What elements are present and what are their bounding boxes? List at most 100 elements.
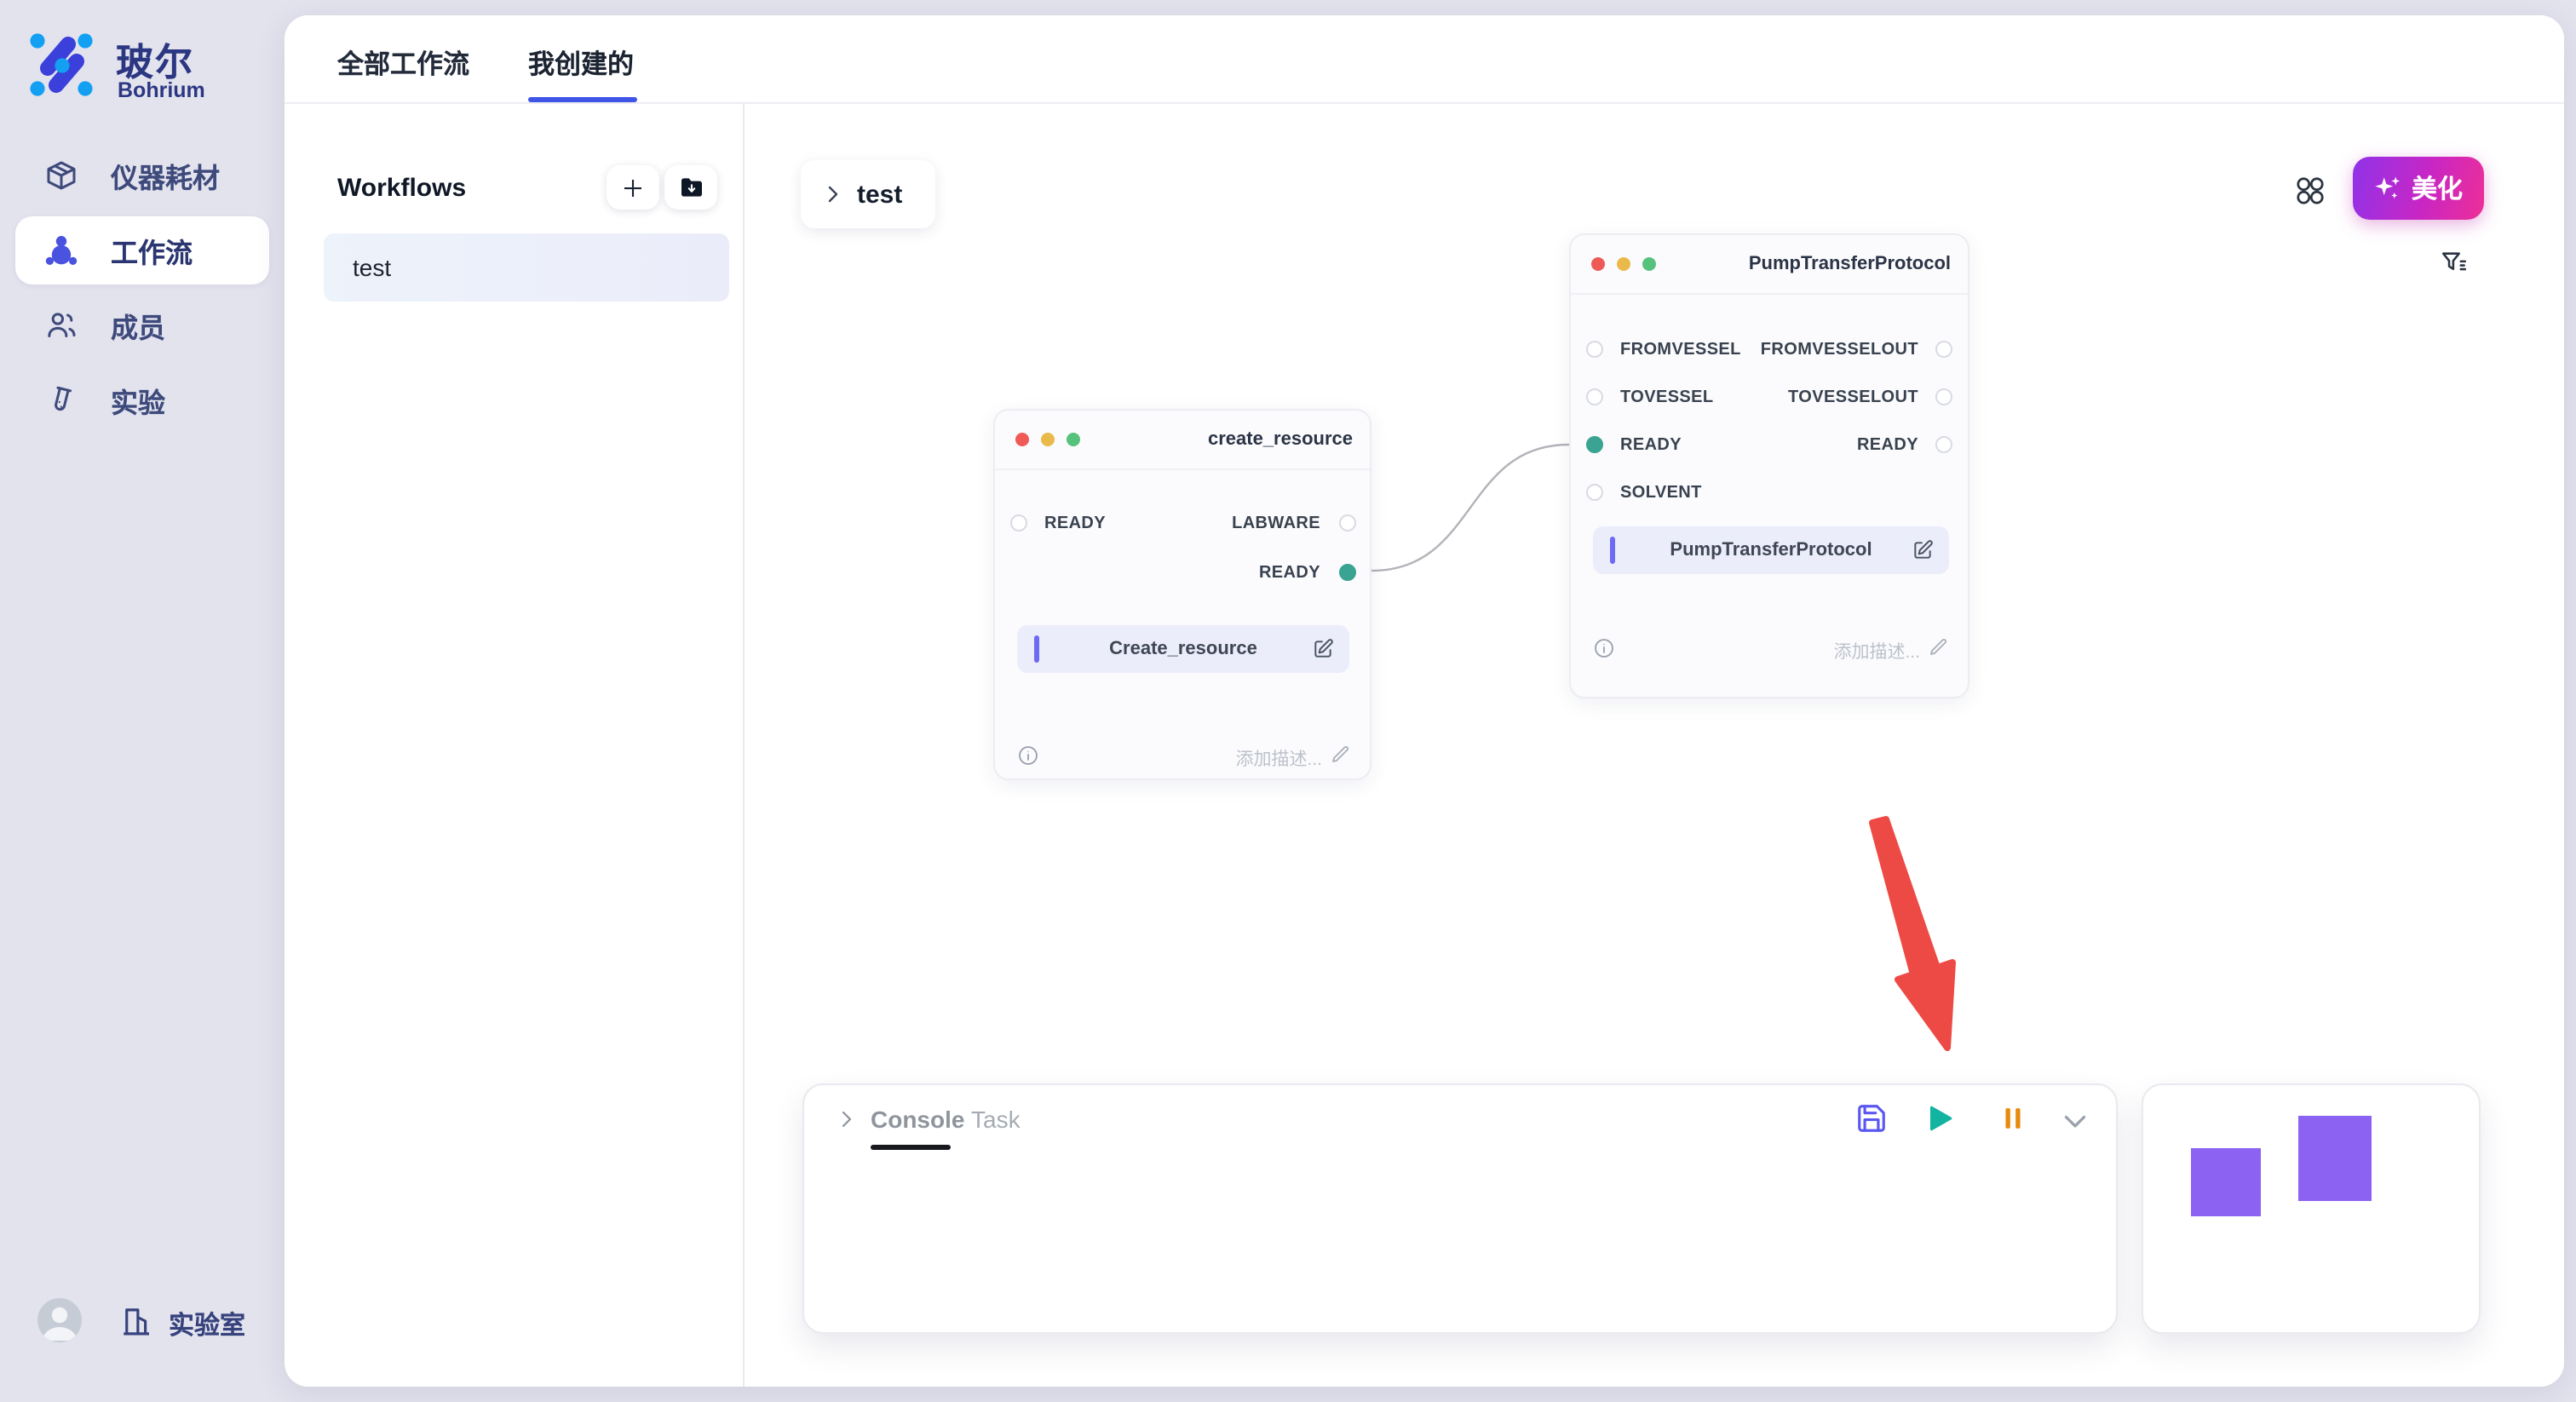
sparkles-icon — [2374, 174, 2403, 203]
edit-icon[interactable] — [1912, 539, 1934, 561]
port-label: READY — [1620, 436, 1682, 455]
collapse-chevron-down-icon[interactable] — [2060, 1106, 2092, 1138]
lab-building-icon — [119, 1303, 155, 1339]
workflows-panel: Workflows test — [285, 104, 745, 1387]
package-icon — [44, 158, 78, 192]
traffic-green-dot — [1067, 433, 1080, 446]
port-label: LABWARE — [1232, 514, 1320, 533]
chip-accent-bar — [1610, 537, 1615, 564]
port-label: TOVESSEL — [1620, 388, 1714, 407]
sidebar-item-label: 工作流 — [111, 230, 193, 271]
tab-created-by-me[interactable]: 我创建的 — [528, 44, 634, 82]
save-icon[interactable] — [1855, 1102, 1888, 1135]
traffic-yellow-dot — [1041, 433, 1055, 446]
breadcrumb-label: test — [857, 180, 902, 209]
traffic-green-dot — [1642, 257, 1656, 271]
pencil-icon[interactable] — [1331, 744, 1351, 765]
sidebar-item-label: 成员 — [111, 305, 165, 346]
workflows-panel-title: Workflows — [337, 174, 466, 203]
workflow-people-icon — [44, 233, 78, 267]
edit-icon[interactable] — [1312, 638, 1334, 660]
console-tab-underline — [871, 1145, 951, 1149]
test-tube-icon — [44, 383, 78, 417]
plus-icon — [620, 175, 646, 200]
port-in-ready[interactable] — [1586, 436, 1603, 453]
sidebar-item-instruments[interactable]: 仪器耗材 — [15, 141, 269, 210]
console-panel: Console Task — [802, 1083, 2118, 1334]
minimap-node — [2298, 1116, 2372, 1201]
traffic-yellow-dot — [1617, 257, 1630, 271]
tab-all-workflows[interactable]: 全部工作流 — [337, 44, 469, 82]
sidebar-item-workflows[interactable]: 工作流 — [15, 216, 269, 284]
add-workflow-button[interactable] — [607, 165, 659, 210]
node-title: create_resource — [1208, 429, 1353, 450]
tab-console[interactable]: Console — [871, 1106, 964, 1133]
port-in-tovessel[interactable] — [1586, 388, 1603, 405]
port-out-labware[interactable] — [1338, 514, 1355, 531]
avatar[interactable] — [37, 1298, 82, 1342]
chip-label: PumpTransferProtocol — [1593, 540, 1949, 560]
port-label: READY — [1044, 514, 1106, 533]
main-area: 全部工作流 我创建的 Workflows test — [285, 15, 2564, 1387]
port-out-ready[interactable] — [1338, 564, 1355, 581]
breadcrumb[interactable]: test — [801, 160, 935, 228]
members-icon — [44, 308, 78, 342]
run-play-icon[interactable] — [1923, 1102, 1956, 1135]
port-label: SOLVENT — [1620, 484, 1702, 503]
active-tab-underline — [528, 97, 637, 102]
info-icon[interactable] — [1593, 637, 1615, 659]
port-in-solvent[interactable] — [1586, 484, 1603, 501]
port-in-ready[interactable] — [1009, 514, 1026, 531]
workflow-tabs-header: 全部工作流 我创建的 — [285, 15, 2564, 104]
node-action-chip[interactable]: PumpTransferProtocol — [1593, 526, 1949, 574]
node-action-chip[interactable]: Create_resource — [1017, 625, 1349, 673]
pencil-icon[interactable] — [1929, 637, 1949, 658]
tab-task[interactable]: Task — [971, 1106, 1021, 1133]
sidebar: 玻尔 Bohrium 仪器耗材 工作流 — [0, 0, 285, 1402]
sidebar-footer: 实验室 — [0, 1303, 285, 1347]
layout-grid-icon[interactable] — [2295, 175, 2326, 206]
filter-icon[interactable] — [2440, 249, 2469, 278]
sidebar-item-label: 仪器耗材 — [111, 155, 220, 196]
import-folder-button[interactable] — [664, 165, 717, 210]
workflow-list-item[interactable]: test — [324, 233, 729, 302]
node-header: create_resource — [995, 411, 1370, 470]
pause-icon[interactable] — [1997, 1102, 2029, 1135]
port-out-fromvesselout[interactable] — [1935, 341, 1952, 358]
beautify-button[interactable]: 美化 — [2353, 157, 2484, 220]
logo-subtitle: Bohrium — [118, 78, 205, 102]
chip-accent-bar — [1034, 635, 1039, 663]
node-description-placeholder[interactable]: 添加描述... — [1833, 639, 1920, 664]
folder-download-icon — [677, 174, 704, 201]
workflow-item-name: test — [353, 254, 391, 281]
port-label: TOVESSELOUT — [1788, 388, 1918, 407]
workspace-label[interactable]: 实验室 — [169, 1307, 245, 1342]
port-label: READY — [1857, 436, 1918, 455]
node-title: PumpTransferProtocol — [1749, 254, 1951, 274]
port-in-fromvessel[interactable] — [1586, 341, 1603, 358]
node-description-placeholder[interactable]: 添加描述... — [1235, 746, 1322, 772]
port-label: FROMVESSEL — [1620, 341, 1741, 359]
console-expand-icon[interactable] — [837, 1109, 857, 1129]
sidebar-item-members[interactable]: 成员 — [15, 291, 269, 359]
port-label: FROMVESSELOUT — [1761, 341, 1918, 359]
traffic-red-dot — [1591, 257, 1605, 271]
port-label: READY — [1259, 564, 1320, 583]
sidebar-item-experiments[interactable]: 实验 — [15, 366, 269, 434]
app-root: 玻尔 Bohrium 仪器耗材 工作流 — [0, 0, 2576, 1402]
bohrium-logo — [27, 31, 95, 99]
node-header: PumpTransferProtocol — [1571, 235, 1968, 295]
node-pump-transfer-protocol[interactable]: PumpTransferProtocol FROMVESSEL FROMVESS… — [1569, 233, 1969, 698]
chip-label: Create_resource — [1017, 639, 1349, 659]
port-out-tovesselout[interactable] — [1935, 388, 1952, 405]
minimap-node — [2191, 1148, 2261, 1216]
chevron-right-icon — [823, 184, 843, 204]
minimap[interactable] — [2142, 1083, 2481, 1334]
bohrium-logo-icon — [27, 31, 95, 99]
node-create-resource[interactable]: create_resource READY LABWARE READY Crea… — [993, 409, 1371, 780]
info-icon[interactable] — [1017, 744, 1039, 767]
sidebar-item-label: 实验 — [111, 380, 165, 421]
port-out-ready[interactable] — [1935, 436, 1952, 453]
traffic-red-dot — [1015, 433, 1029, 446]
beautify-button-label: 美化 — [2412, 170, 2463, 206]
